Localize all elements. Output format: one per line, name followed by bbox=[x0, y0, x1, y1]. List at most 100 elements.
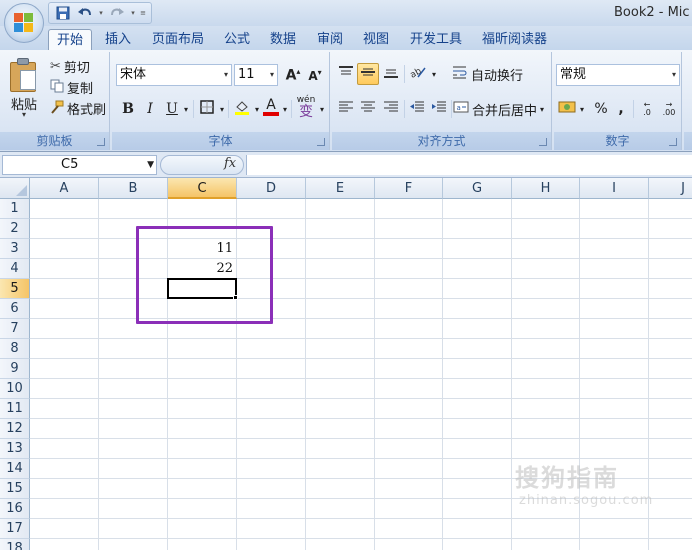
paste-dropdown-icon[interactable]: ▾ bbox=[22, 110, 26, 119]
merge-center-icon: a bbox=[453, 100, 469, 118]
undo-icon[interactable] bbox=[75, 4, 95, 22]
undo-dropdown-icon[interactable]: ▾ bbox=[97, 4, 105, 22]
font-launcher-icon[interactable] bbox=[317, 138, 325, 146]
formula-bar: C5 ▼ fx bbox=[0, 152, 692, 178]
window-title: Book2 - Mic bbox=[614, 5, 690, 20]
font-color-button[interactable]: A bbox=[262, 96, 280, 118]
row-header-3[interactable]: 3 bbox=[0, 239, 30, 259]
tab-review[interactable]: 审阅 bbox=[317, 29, 343, 50]
row-header-12[interactable]: 12 bbox=[0, 419, 30, 439]
bold-button[interactable]: B bbox=[118, 98, 138, 120]
row-header-11[interactable]: 11 bbox=[0, 399, 30, 419]
align-bottom-button[interactable] bbox=[380, 63, 402, 85]
row-header-16[interactable]: 16 bbox=[0, 499, 30, 519]
accounting-dropdown-icon[interactable]: ▾ bbox=[578, 98, 586, 120]
fill-color-dropdown-icon[interactable]: ▾ bbox=[253, 98, 261, 120]
fill-color-button[interactable] bbox=[231, 98, 253, 120]
quick-access-toolbar: ▾ ▾ ≡ bbox=[48, 2, 152, 24]
row-header-1[interactable]: 1 bbox=[0, 199, 30, 219]
underline-button[interactable]: U bbox=[162, 98, 182, 120]
column-header-i[interactable]: I bbox=[580, 178, 649, 199]
clipboard-group: 粘贴 ▾ ✂ 剪切 复制 格式刷 剪贴板 bbox=[0, 52, 110, 150]
row-header-9[interactable]: 9 bbox=[0, 359, 30, 379]
customize-qat-icon[interactable]: ≡ bbox=[139, 4, 147, 22]
row-header-8[interactable]: 8 bbox=[0, 339, 30, 359]
row-header-13[interactable]: 13 bbox=[0, 439, 30, 459]
copy-button[interactable]: 复制 bbox=[50, 78, 93, 97]
formula-input[interactable] bbox=[246, 155, 692, 175]
column-header-j[interactable]: J bbox=[649, 178, 692, 199]
align-center-button[interactable] bbox=[357, 98, 379, 120]
grow-font-button[interactable]: A▴ bbox=[282, 64, 304, 86]
orientation-dropdown-icon[interactable]: ▾ bbox=[430, 63, 438, 85]
align-top-button[interactable] bbox=[335, 63, 357, 85]
italic-button[interactable]: I bbox=[140, 98, 160, 120]
align-right-button[interactable] bbox=[380, 98, 402, 120]
percent-style-button[interactable]: % bbox=[590, 98, 612, 120]
column-header-h[interactable]: H bbox=[512, 178, 580, 199]
number-format-combo[interactable]: 常规 ▾ bbox=[556, 64, 680, 86]
row-header-6[interactable]: 6 bbox=[0, 299, 30, 319]
font-group: 宋体 ▾ 11 ▾ A▴ A▾ B I U ▾ ▾ ▾ A ▾ wén 变 ▾ … bbox=[112, 52, 330, 150]
row-header-5[interactable]: 5 bbox=[0, 279, 30, 299]
redo-dropdown-icon[interactable]: ▾ bbox=[129, 4, 137, 22]
row-header-2[interactable]: 2 bbox=[0, 219, 30, 239]
row-header-14[interactable]: 14 bbox=[0, 459, 30, 479]
tab-formulas[interactable]: 公式 bbox=[224, 29, 250, 50]
row-header-15[interactable]: 15 bbox=[0, 479, 30, 499]
orientation-button[interactable]: ab bbox=[406, 63, 430, 85]
clipboard-launcher-icon[interactable] bbox=[97, 138, 105, 146]
row-header-10[interactable]: 10 bbox=[0, 379, 30, 399]
increase-indent-button[interactable] bbox=[428, 98, 450, 120]
increase-decimal-button[interactable]: ← .0 bbox=[636, 98, 658, 120]
row-header-17[interactable]: 17 bbox=[0, 519, 30, 539]
row-header-4[interactable]: 4 bbox=[0, 259, 30, 279]
tab-page-layout[interactable]: 页面布局 bbox=[152, 29, 204, 50]
number-launcher-icon[interactable] bbox=[669, 138, 677, 146]
save-icon[interactable] bbox=[53, 4, 73, 22]
select-all-button[interactable] bbox=[0, 178, 30, 199]
office-button[interactable] bbox=[4, 3, 44, 43]
row-header-18[interactable]: 18 bbox=[0, 539, 30, 550]
merge-center-button[interactable]: a 合并后居中 ▾ bbox=[453, 98, 549, 120]
redo-icon[interactable] bbox=[107, 4, 127, 22]
tab-foxit-reader[interactable]: 福昕阅读器 bbox=[482, 29, 547, 50]
column-header-b[interactable]: B bbox=[99, 178, 168, 199]
alignment-launcher-icon[interactable] bbox=[539, 138, 547, 146]
comma-style-button[interactable]: , bbox=[612, 98, 630, 120]
font-size-combo[interactable]: 11 ▾ bbox=[234, 64, 278, 86]
tab-developer[interactable]: 开发工具 bbox=[410, 29, 462, 50]
tab-data[interactable]: 数据 bbox=[270, 29, 296, 50]
shrink-font-button[interactable]: A▾ bbox=[305, 64, 325, 86]
column-header-d[interactable]: D bbox=[237, 178, 306, 199]
font-color-swatch bbox=[263, 112, 279, 116]
clipboard-group-label: 剪贴板 bbox=[0, 132, 109, 150]
decrease-indent-button[interactable] bbox=[406, 98, 428, 120]
phonetic-dropdown-icon[interactable]: ▾ bbox=[318, 98, 326, 120]
insert-function-icon[interactable]: fx bbox=[224, 156, 236, 171]
align-middle-button[interactable] bbox=[357, 63, 379, 85]
underline-dropdown-icon[interactable]: ▾ bbox=[182, 98, 190, 120]
font-color-dropdown-icon[interactable]: ▾ bbox=[281, 98, 289, 120]
font-name-combo[interactable]: 宋体 ▾ bbox=[116, 64, 232, 86]
cut-button[interactable]: ✂ 剪切 bbox=[50, 57, 90, 76]
paste-icon[interactable] bbox=[10, 58, 40, 92]
row-header-7[interactable]: 7 bbox=[0, 319, 30, 339]
accounting-format-button[interactable] bbox=[556, 98, 578, 120]
wrap-text-button[interactable]: 自动换行 bbox=[452, 63, 530, 85]
decrease-decimal-button[interactable]: → .00 bbox=[658, 98, 680, 120]
format-painter-button[interactable]: 格式刷 bbox=[50, 99, 106, 118]
column-header-a[interactable]: A bbox=[30, 178, 99, 199]
tab-view[interactable]: 视图 bbox=[363, 29, 389, 50]
column-header-e[interactable]: E bbox=[306, 178, 375, 199]
tab-home[interactable]: 开始 bbox=[48, 29, 93, 50]
align-left-button[interactable] bbox=[335, 98, 357, 120]
borders-button[interactable] bbox=[196, 98, 218, 120]
name-box[interactable]: C5 ▼ bbox=[2, 155, 157, 175]
column-header-f[interactable]: F bbox=[375, 178, 443, 199]
tab-insert[interactable]: 插入 bbox=[105, 29, 131, 50]
column-header-c[interactable]: C bbox=[168, 178, 237, 199]
column-header-g[interactable]: G bbox=[443, 178, 512, 199]
borders-dropdown-icon[interactable]: ▾ bbox=[218, 98, 226, 120]
phonetic-button[interactable]: wén 变 bbox=[294, 95, 318, 119]
